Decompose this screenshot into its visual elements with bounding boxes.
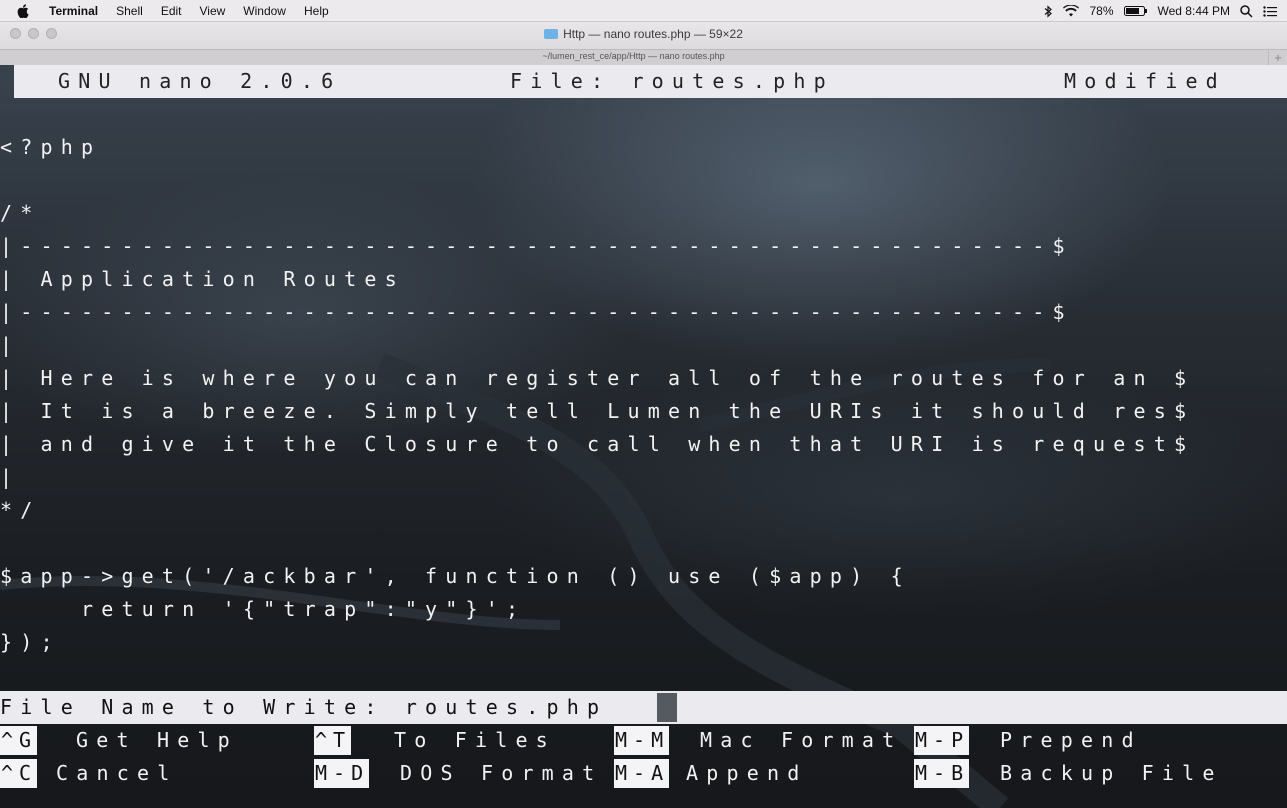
new-tab-button[interactable]: +: [1268, 50, 1287, 65]
shortcut-key-append[interactable]: M-A: [614, 759, 670, 788]
menu-help[interactable]: Help: [304, 4, 329, 18]
shortcut-key-prepend[interactable]: M-P: [914, 726, 970, 755]
code-line: | Here is where you can register all of …: [0, 366, 1195, 390]
nano-header: GNU nano 2.0.6 File: routes.php Modified: [0, 65, 1287, 98]
apple-menu-icon[interactable]: [16, 3, 30, 18]
nano-modified-status: Modified: [1064, 69, 1226, 93]
code-line: |: [0, 333, 21, 357]
shortcut-label-prepend: Prepend: [1000, 728, 1142, 752]
tab-strip: ~/lumen_rest_ce/app/Http — nano routes.p…: [0, 49, 1287, 65]
write-file-prompt[interactable]: File Name to Write: routes.php: [0, 691, 1287, 724]
folder-icon: [544, 29, 559, 39]
window-title-text: Http — nano routes.php — 59×22: [563, 27, 743, 41]
spotlight-search-icon[interactable]: [1240, 4, 1253, 18]
menu-app-terminal[interactable]: Terminal: [49, 4, 98, 18]
clock[interactable]: Wed 8:44 PM: [1158, 4, 1230, 18]
code-line: <?php: [0, 135, 102, 159]
write-file-input[interactable]: File Name to Write: routes.php: [0, 691, 607, 724]
nano-file-label: File: routes.php: [510, 69, 834, 93]
code-line: });: [0, 630, 61, 654]
menu-edit[interactable]: Edit: [161, 4, 182, 18]
menu-shell[interactable]: Shell: [116, 4, 143, 18]
code-line: | and give it the Closure to call when t…: [0, 432, 1195, 456]
text-cursor: [657, 693, 677, 722]
shortcut-key-get-help[interactable]: ^G: [0, 726, 38, 755]
menubar-status-area: 78% Wed 8:44 PM: [1044, 0, 1277, 22]
shortcut-row-2: ^C Cancel M-D DOS Format M-A Append M-B …: [0, 757, 1287, 790]
bluetooth-icon[interactable]: [1044, 4, 1053, 18]
code-line: | It is a breeze. Simply tell Lumen the …: [0, 399, 1195, 423]
tab-title[interactable]: ~/lumen_rest_ce/app/Http — nano routes.p…: [0, 51, 1267, 61]
shortcut-label-to-files: To Files: [394, 728, 556, 752]
battery-icon[interactable]: [1123, 5, 1148, 17]
menu-window[interactable]: Window: [243, 4, 286, 18]
shortcut-label-append: Append: [686, 761, 808, 785]
shortcut-key-dos-format[interactable]: M-D: [314, 759, 370, 788]
window-title: Http — nano routes.php — 59×22: [0, 27, 1287, 41]
notification-center-icon[interactable]: [1263, 5, 1277, 17]
nano-version: GNU nano 2.0.6: [58, 69, 342, 93]
shortcut-label-get-help: Get Help: [76, 728, 238, 752]
shortcut-label-backup-file: Backup File: [1000, 761, 1223, 785]
shortcut-key-cancel[interactable]: ^C: [0, 759, 38, 788]
code-line: /*: [0, 201, 41, 225]
code-line: return '{"trap":"y"}';: [0, 597, 527, 621]
shortcut-key-backup-file[interactable]: M-B: [914, 759, 970, 788]
shortcut-label-mac-format: Mac Format: [700, 728, 903, 752]
battery-percent: 78%: [1089, 4, 1114, 18]
code-line: |: [0, 465, 21, 489]
shortcut-label-dos-format: DOS Format: [400, 761, 603, 785]
shortcut-key-to-files[interactable]: ^T: [314, 726, 352, 755]
terminal-content[interactable]: GNU nano 2.0.6 File: routes.php Modified…: [0, 65, 1287, 808]
shortcut-row-1: ^G Get Help ^T To Files M-M Mac Format M…: [0, 724, 1287, 757]
code-line: $app->get('/ackbar', function () use ($a…: [0, 564, 911, 588]
shortcut-label-cancel: Cancel: [56, 761, 178, 785]
code-line: | Application Routes: [0, 267, 405, 291]
code-line: |---------------------------------------…: [0, 300, 1073, 324]
shortcut-key-mac-format[interactable]: M-M: [614, 726, 670, 755]
wifi-icon[interactable]: [1063, 5, 1080, 17]
macos-menubar: Terminal Shell Edit View Window Help 78%…: [0, 0, 1287, 22]
menu-view[interactable]: View: [200, 4, 226, 18]
code-line: |---------------------------------------…: [0, 234, 1073, 258]
nano-title-bar: GNU nano 2.0.6 File: routes.php Modified: [14, 65, 1287, 98]
terminal-window-titlebar: Http — nano routes.php — 59×22 ~/lumen_r…: [0, 22, 1287, 65]
code-line: */: [0, 498, 41, 522]
